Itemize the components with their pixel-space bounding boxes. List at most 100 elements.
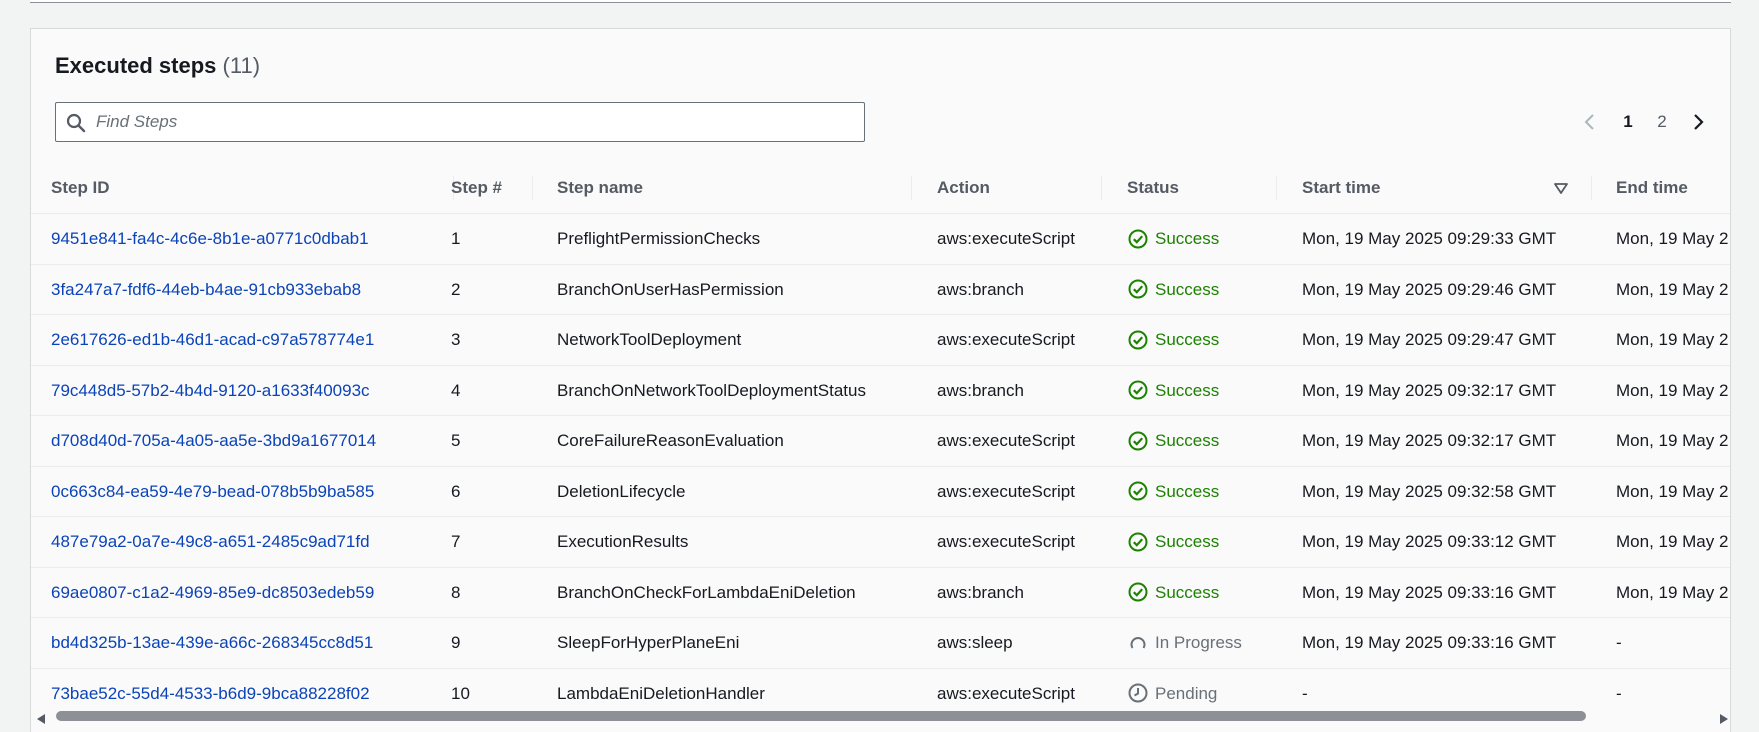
previous-page-icon[interactable] xyxy=(1579,107,1599,137)
status-indicator: Success xyxy=(1127,416,1219,465)
column-divider[interactable] xyxy=(532,176,533,200)
table-row: 79c448d5-57b2-4b4d-9120-a1633f40093c 4 Bra… xyxy=(31,366,1730,416)
end-time: Mon, 19 May 2 xyxy=(1616,431,1729,450)
step-name: CoreFailureReasonEvaluation xyxy=(557,431,784,450)
table-row: 69ae0807-c1a2-4969-85e9-dc8503edeb59 8 Bra… xyxy=(31,568,1730,618)
status-text: Success xyxy=(1155,532,1220,551)
step-number: 1 xyxy=(451,229,461,248)
scroll-left-icon[interactable] xyxy=(36,711,46,729)
step-id-link[interactable]: 0c663c84-ea59-4e79-bead-078b5b9ba585 xyxy=(51,467,374,516)
search-box[interactable] xyxy=(55,102,865,142)
success-check-icon xyxy=(1127,430,1149,452)
status-text: In Progress xyxy=(1155,633,1242,652)
table-row: 0c663c84-ea59-4e79-bead-078b5b9ba585 6 Del… xyxy=(31,467,1730,517)
next-page-icon[interactable] xyxy=(1689,107,1709,137)
column-divider[interactable] xyxy=(1101,176,1102,200)
column-header-status[interactable]: Status xyxy=(1127,163,1179,213)
step-number: 4 xyxy=(451,380,461,400)
table-body: 9451e841-fa4c-4c6e-8b1e-a0771c0dbab1 1 Pre… xyxy=(31,214,1730,718)
step-name: ExecutionResults xyxy=(557,532,689,551)
page-2-button[interactable]: 2 xyxy=(1650,112,1674,132)
scrollbar-thumb[interactable] xyxy=(56,711,1586,721)
step-action: aws:branch xyxy=(937,279,1024,299)
column-divider[interactable] xyxy=(911,176,912,200)
step-action: aws:executeScript xyxy=(937,330,1075,349)
end-time: Mon, 19 May 2 xyxy=(1616,380,1729,400)
column-header-action[interactable]: Action xyxy=(937,163,990,213)
step-id-link[interactable]: 79c448d5-57b2-4b4d-9120-a1633f40093c xyxy=(51,366,370,415)
step-id-link[interactable]: bd4d325b-13ae-439e-a66c-268345cc8d51 xyxy=(51,618,373,667)
step-number: 3 xyxy=(451,330,461,349)
start-time: Mon, 19 May 2025 09:33:16 GMT xyxy=(1302,633,1557,652)
sort-descending-icon[interactable] xyxy=(1554,182,1568,200)
horizontal-scrollbar[interactable] xyxy=(31,706,1730,729)
table-row: 487e79a2-0a7e-49c8-a651-2485c9ad71fd 7 Exe… xyxy=(31,517,1730,568)
status-text: Success xyxy=(1155,481,1220,501)
status-text: Success xyxy=(1155,380,1220,400)
page-1-button[interactable]: 1 xyxy=(1616,112,1640,132)
status-indicator: Success xyxy=(1127,214,1219,263)
step-id-link[interactable]: d708d40d-705a-4a05-aa5e-3bd9a1677014 xyxy=(51,416,376,465)
step-count: (11) xyxy=(222,53,261,78)
status-text: Success xyxy=(1155,431,1220,450)
table-row: 3fa247a7-fdf6-44eb-b4ae-91cb933ebab8 2 Bra… xyxy=(31,265,1730,315)
step-action: aws:executeScript xyxy=(937,431,1075,450)
status-text: Success xyxy=(1155,229,1220,248)
status-text: Success xyxy=(1155,279,1220,299)
success-check-icon xyxy=(1127,228,1149,250)
step-name: PreflightPermissionChecks xyxy=(557,229,761,248)
section-title-text: Executed steps xyxy=(55,53,217,78)
status-indicator: Success xyxy=(1127,467,1219,516)
step-id-link[interactable]: 487e79a2-0a7e-49c8-a651-2485c9ad71fd xyxy=(51,517,370,566)
step-action: aws:executeScript xyxy=(937,532,1075,551)
status-indicator: In Progress xyxy=(1127,618,1242,667)
end-time: - xyxy=(1616,633,1622,652)
table-header: Step ID Step # Step name Action Status S… xyxy=(31,163,1730,214)
start-time: Mon, 19 May 2025 09:32:58 GMT xyxy=(1302,481,1557,501)
step-id-link[interactable]: 9451e841-fa4c-4c6e-8b1e-a0771c0dbab1 xyxy=(51,214,369,263)
start-time: Mon, 19 May 2025 09:33:16 GMT xyxy=(1302,582,1557,602)
success-check-icon xyxy=(1127,480,1149,502)
end-time: Mon, 19 May 2 xyxy=(1616,330,1729,349)
step-action: aws:sleep xyxy=(937,633,1013,652)
column-header-end-time[interactable]: End time xyxy=(1616,163,1688,213)
step-id-link[interactable]: 2e617626-ed1b-46d1-acad-c97a578774e1 xyxy=(51,315,374,364)
status-text: Success xyxy=(1155,582,1220,602)
column-header-step-id[interactable]: Step ID xyxy=(51,163,110,213)
top-panel-edge xyxy=(30,0,1731,3)
step-action: aws:executeScript xyxy=(937,481,1075,501)
step-number: 5 xyxy=(451,431,461,450)
table-row: 2e617626-ed1b-46d1-acad-c97a578774e1 3 Net… xyxy=(31,315,1730,366)
success-check-icon xyxy=(1127,379,1149,401)
scroll-right-icon[interactable] xyxy=(1719,711,1729,729)
step-name: BranchOnNetworkToolDeploymentStatus xyxy=(557,380,866,400)
table-row: d708d40d-705a-4a05-aa5e-3bd9a1677014 5 Cor… xyxy=(31,416,1730,467)
step-id-link[interactable]: 69ae0807-c1a2-4969-85e9-dc8503edeb59 xyxy=(51,568,374,617)
pending-clock-icon xyxy=(1127,682,1149,704)
status-indicator: Success xyxy=(1127,568,1219,617)
start-time: Mon, 19 May 2025 09:32:17 GMT xyxy=(1302,431,1557,450)
step-id-link[interactable]: 3fa247a7-fdf6-44eb-b4ae-91cb933ebab8 xyxy=(51,265,361,314)
success-check-icon xyxy=(1127,278,1149,300)
column-header-step-num[interactable]: Step # xyxy=(451,163,502,213)
column-header-start-time[interactable]: Start time xyxy=(1302,163,1380,213)
end-time: Mon, 19 May 2 xyxy=(1616,229,1729,248)
column-divider[interactable] xyxy=(1276,176,1277,200)
status-text: Success xyxy=(1155,330,1220,349)
status-indicator: Success xyxy=(1127,366,1219,415)
in-progress-spinner-icon xyxy=(1127,632,1149,654)
success-check-icon xyxy=(1127,531,1149,553)
success-check-icon xyxy=(1127,581,1149,603)
step-name: BranchOnCheckForLambdaEniDeletion xyxy=(557,582,856,602)
step-name: DeletionLifecycle xyxy=(557,481,686,501)
find-steps-input[interactable] xyxy=(96,103,856,141)
column-divider[interactable] xyxy=(1591,176,1592,200)
step-name: NetworkToolDeployment xyxy=(557,330,742,349)
search-icon xyxy=(66,113,86,138)
step-action: aws:branch xyxy=(937,380,1024,400)
column-header-step-name[interactable]: Step name xyxy=(557,163,643,213)
step-number: 7 xyxy=(451,532,461,551)
status-indicator: Success xyxy=(1127,517,1219,566)
end-time: Mon, 19 May 2 xyxy=(1616,279,1729,299)
section-title: Executed steps (11) xyxy=(55,53,260,79)
